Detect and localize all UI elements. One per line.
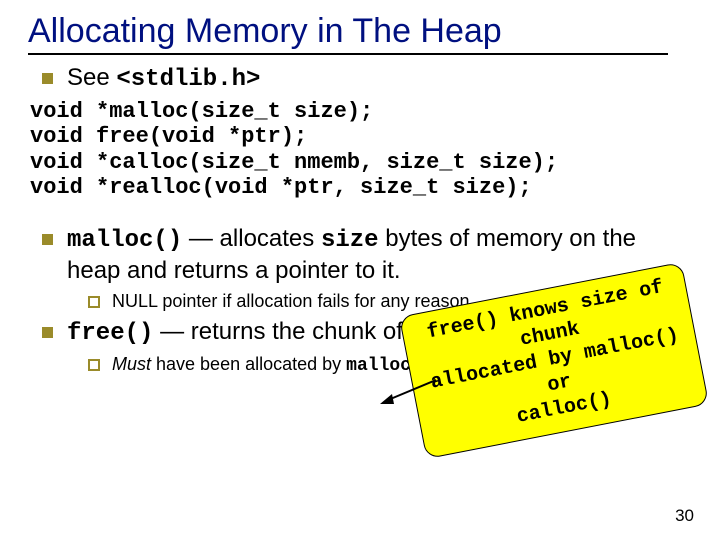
bullet-see-text: See <stdlib.h> xyxy=(67,63,260,95)
code-prototypes: void *malloc(size_t size); void free(voi… xyxy=(30,99,692,200)
sub-bullet-icon xyxy=(88,359,100,371)
slide: Allocating Memory in The Heap See <stdli… xyxy=(0,0,720,540)
free-sub-b: have been allocated by xyxy=(151,354,346,374)
bullet-malloc: malloc() — allocates size bytes of memor… xyxy=(42,224,692,286)
sub-bullet-icon xyxy=(88,296,100,308)
page-number: 30 xyxy=(675,506,694,526)
bullet-icon xyxy=(42,73,53,84)
malloc-fn: malloc() xyxy=(67,227,182,254)
must-italic: Must xyxy=(112,354,151,374)
malloc-sub-text: NULL pointer if allocation fails for any… xyxy=(112,290,470,313)
bullet-see: See <stdlib.h> xyxy=(42,63,692,95)
malloc-t1: — allocates xyxy=(182,225,321,252)
title-rule xyxy=(28,53,668,55)
spacer xyxy=(28,210,692,220)
stdlib-header: <stdlib.h> xyxy=(116,66,260,93)
bullet-icon xyxy=(42,234,53,245)
bullet-icon xyxy=(42,327,53,338)
slide-title: Allocating Memory in The Heap xyxy=(28,12,692,51)
see-label: See xyxy=(67,64,116,91)
free-fn: free() xyxy=(67,320,153,347)
free-sub-malloc: malloc xyxy=(346,356,411,376)
malloc-size: size xyxy=(321,227,379,254)
